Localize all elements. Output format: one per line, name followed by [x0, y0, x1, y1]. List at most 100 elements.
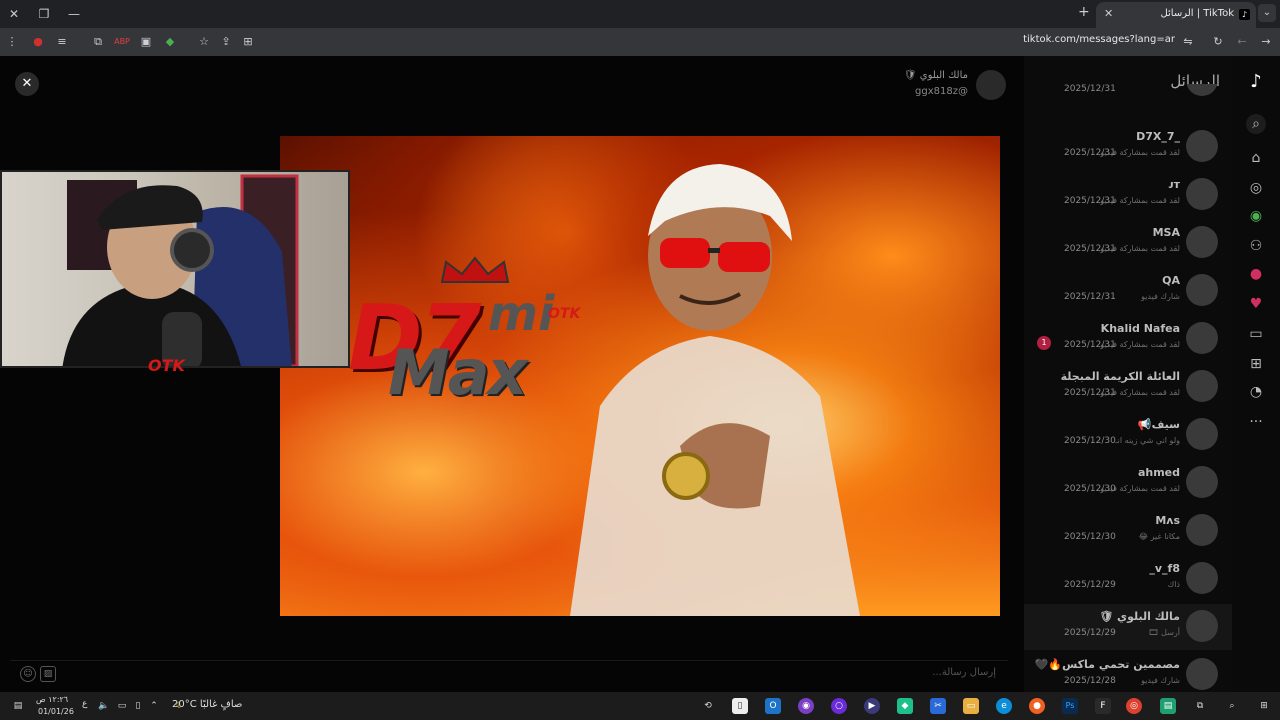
conversation-name: سيف📢 — [1137, 418, 1180, 431]
webcam-logo-text: OTK — [148, 356, 185, 375]
extensions-puzzle-icon[interactable]: ⧉ — [90, 34, 106, 50]
extension-bag-icon[interactable]: ▣ — [138, 34, 154, 50]
media-player-icon[interactable]: ▶ — [864, 698, 880, 714]
conversation-item[interactable]: Mʌs مكانا غير 😂 2025/12/30 — [1024, 508, 1232, 554]
share-icon[interactable]: ⇪ — [218, 34, 234, 50]
network-icon[interactable]: ▭ — [114, 698, 130, 714]
tab-close-icon[interactable]: ✕ — [1104, 7, 1113, 20]
notepad-icon[interactable]: ▯ — [732, 698, 748, 714]
notification-icon[interactable]: ▤ — [10, 698, 26, 714]
person-figure — [570, 164, 860, 616]
volume-icon[interactable]: 🔈 — [96, 698, 112, 714]
chrome-icon[interactable]: ◎ — [1126, 698, 1142, 714]
clock-date[interactable]: 01/01/26 — [38, 707, 74, 716]
activity-icon[interactable]: ♥ — [1246, 294, 1266, 314]
conversation-item[interactable]: سيف📢 ولو اني شي زينه انـ 2025/12/30 — [1024, 412, 1232, 458]
capcut-icon[interactable]: ✂ — [930, 698, 946, 714]
conversation-date: 2025/12/31 — [1064, 340, 1116, 350]
conversation-item[interactable]: _D7X_7 لقد قمت بمشاركة فيديو 2025/12/31 — [1024, 124, 1232, 170]
extension-icon[interactable]: ● — [30, 34, 46, 50]
conversation-item[interactable]: 2025/12/31 — [1024, 84, 1232, 98]
window-restore-icon[interactable]: ❐ — [34, 4, 54, 24]
conversation-avatar — [1186, 658, 1218, 690]
extension-green-icon[interactable]: ◆ — [162, 34, 178, 50]
windows-start-icon[interactable]: ⊞ — [1256, 698, 1272, 714]
taskbar-search-icon[interactable]: ⌕ — [1224, 698, 1240, 714]
profile-icon[interactable]: ◔ — [1246, 382, 1266, 402]
chat-contact-handle: ggx818z@ — [915, 86, 968, 97]
outlook-icon[interactable]: O — [765, 698, 781, 714]
conversation-avatar — [1186, 84, 1218, 96]
battery-icon[interactable]: ▯ — [130, 698, 146, 714]
streamer-figure — [62, 174, 299, 366]
edge-icon[interactable]: e — [996, 698, 1012, 714]
new-tab-button[interactable]: + — [1078, 4, 1090, 20]
clock-time[interactable]: ١٢:٢٦ ص — [36, 695, 68, 704]
home-icon[interactable]: ⌂ — [1246, 148, 1266, 168]
conversation-avatar — [1186, 610, 1218, 642]
messages-icon[interactable]: ▭ — [1246, 324, 1266, 344]
tiktok-messages-page: ♪ ⌕ ⌂ ◎ ◉ ⚇ ● ♥ ▭ ⊞ ◔ ··· الرسائل 2025/1… — [0, 56, 1280, 692]
conversation-name: MSA — [1152, 226, 1180, 239]
conversation-item[interactable]: MSA لقد قمت بمشاركة فيديو 2025/12/31 — [1024, 220, 1232, 266]
following-icon[interactable]: ⚇ — [1246, 236, 1266, 256]
conversation-avatar — [1186, 178, 1218, 210]
task-view-icon[interactable]: ⧉ — [1192, 698, 1208, 714]
photoshop-icon[interactable]: Ps — [1062, 698, 1078, 714]
conversation-avatar — [1186, 322, 1218, 354]
language-indicator[interactable]: ع — [82, 699, 87, 709]
conversation-item[interactable]: العائلة الكريمة المبجلة لقد قمت بمشاركة ف… — [1024, 364, 1232, 410]
menu-kebab-icon[interactable]: ⋮ — [4, 34, 20, 50]
forward-arrow-icon[interactable]: ← — [1234, 34, 1250, 50]
conversation-item[interactable]: Khalid Nafea لقد قمت بمشاركة فيديو 2025/12… — [1024, 316, 1232, 362]
app-tray-green-icon[interactable]: ▤ — [1160, 698, 1176, 714]
conversation-date: 2025/12/31 — [1064, 84, 1116, 94]
adblock-icon[interactable]: ABP — [114, 34, 130, 50]
conversation-item[interactable]: ahmed لقد قمت بمشاركة فيديو 2025/12/30 — [1024, 460, 1232, 506]
message-input[interactable]: إرسال رسالة... — [932, 667, 996, 678]
conversation-avatar — [1186, 466, 1218, 498]
app-icon-back[interactable]: ⟲ — [700, 698, 716, 714]
crown-icon — [440, 256, 510, 283]
close-viewer-icon[interactable]: ✕ — [15, 72, 39, 96]
window-minimize-icon[interactable]: — — [64, 4, 84, 24]
app-circle-icon[interactable]: ○ — [831, 698, 847, 714]
weather-temp: 20°C — [172, 699, 197, 710]
address-bar[interactable]: tiktok.com/messages?lang=ar — [900, 34, 1175, 50]
weather-widget[interactable]: 20°C صافٍ غالبًا — [172, 699, 242, 710]
search-icon[interactable]: ⌕ — [1246, 114, 1266, 134]
translate-icon[interactable]: ⊞ — [240, 34, 256, 50]
browser-tab[interactable]: ✕ الرسائل | TikTok ♪ — [1096, 2, 1256, 28]
tray-overflow-icon[interactable]: ⌃ — [146, 698, 162, 714]
app-f-icon[interactable]: F — [1095, 698, 1111, 714]
tiktok-logo-icon[interactable]: ♪ — [1246, 72, 1266, 92]
messenger-icon[interactable]: ◉ — [798, 698, 814, 714]
site-settings-icon[interactable]: ⇋ — [1180, 34, 1196, 50]
conversation-item[interactable]: مالك البلوي 🛡 أرسل 🎞 2025/12/29 — [1024, 604, 1232, 650]
message-composer[interactable]: ☺ ▨ إرسال رسالة... — [10, 660, 1008, 688]
back-arrow-icon[interactable]: → — [1258, 34, 1274, 50]
file-explorer-icon[interactable]: ▭ — [963, 698, 979, 714]
video-thumbnail[interactable]: D7 mi Max OTK — [280, 136, 1000, 616]
live-avatar-icon[interactable]: ◉ — [1246, 206, 1266, 226]
app-orange-icon[interactable]: ● — [1029, 698, 1045, 714]
chat-avatar[interactable] — [976, 70, 1006, 100]
conversation-date: 2025/12/31 — [1064, 244, 1116, 254]
conversation-date: 2025/12/30 — [1064, 484, 1116, 494]
friends-icon[interactable]: ● — [1246, 264, 1266, 284]
media-controls-icon[interactable]: ≡ — [54, 34, 70, 50]
bookmark-star-icon[interactable]: ☆ — [196, 34, 212, 50]
app-green-icon[interactable]: ◆ — [897, 698, 913, 714]
conversation-item[interactable]: QA شارك فيديو 2025/12/31 — [1024, 268, 1232, 314]
window-close-icon[interactable]: ✕ — [4, 4, 24, 24]
explore-compass-icon[interactable]: ◎ — [1246, 178, 1266, 198]
upload-icon[interactable]: ⊞ — [1246, 354, 1266, 374]
more-icon[interactable]: ··· — [1246, 412, 1266, 432]
conversation-item[interactable]: ᴊᴛ لقد قمت بمشاركة فيديو 2025/12/31 — [1024, 172, 1232, 218]
tiktok-favicon-icon: ♪ — [1239, 9, 1250, 20]
image-upload-icon[interactable]: ▨ — [40, 666, 56, 682]
reload-icon[interactable]: ↻ — [1210, 34, 1226, 50]
emoji-icon[interactable]: ☺ — [20, 666, 36, 682]
tab-search-icon[interactable]: ⌄ — [1258, 4, 1276, 22]
conversation-item[interactable]: v_f8_ ذاك 2025/12/29 — [1024, 556, 1232, 602]
